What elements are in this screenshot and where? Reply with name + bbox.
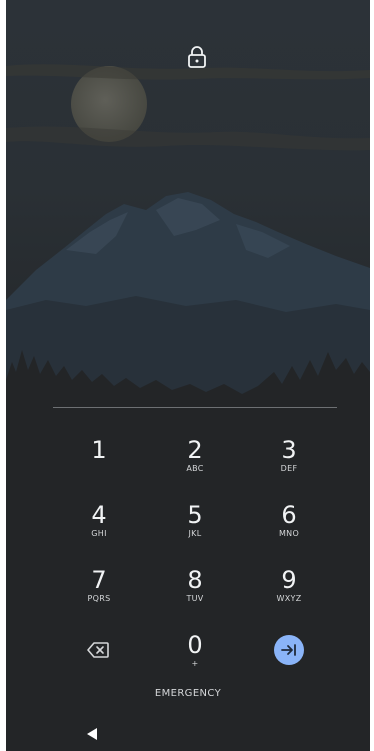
key-2[interactable]: 2 ABC: [150, 436, 240, 492]
key-8[interactable]: 8 TUV: [150, 566, 240, 622]
back-triangle-icon[interactable]: [85, 727, 99, 741]
key-6[interactable]: 6 MNO: [244, 501, 334, 557]
key-3[interactable]: 3 DEF: [244, 436, 334, 492]
key-letters: +: [191, 659, 199, 668]
key-9[interactable]: 9 WXYZ: [244, 566, 334, 622]
emergency-button[interactable]: EMERGENCY: [6, 688, 370, 699]
key-digit: 4: [91, 501, 107, 529]
lock-icon: [188, 46, 206, 68]
key-letters: MNO: [278, 529, 300, 538]
key-letters: PQRS: [87, 594, 111, 603]
lock-screen: 1 2 ABC 3 DEF 4 GHI 5 JKL 6 MNO 7 PQRS 8: [6, 0, 370, 751]
key-1[interactable]: 1: [54, 436, 144, 492]
key-letters: GHI: [91, 529, 107, 538]
key-letters: JKL: [188, 529, 202, 538]
key-0[interactable]: 0 +: [150, 631, 240, 687]
key-digit: 8: [187, 566, 203, 594]
key-7[interactable]: 7 PQRS: [54, 566, 144, 622]
key-letters: ABC: [186, 464, 204, 473]
key-letters: WXYZ: [276, 594, 302, 603]
key-digit: 7: [91, 566, 107, 594]
key-4[interactable]: 4 GHI: [54, 501, 144, 557]
key-letters: DEF: [280, 464, 298, 473]
key-letters: TUV: [186, 594, 204, 603]
key-digit: 1: [91, 436, 107, 464]
backspace-icon[interactable]: [87, 642, 109, 658]
enter-button[interactable]: [274, 635, 304, 665]
key-5[interactable]: 5 JKL: [150, 501, 240, 557]
enter-arrow-icon: [281, 644, 296, 656]
key-digit: 6: [281, 501, 297, 529]
key-digit: 5: [187, 501, 203, 529]
key-digit: 2: [187, 436, 203, 464]
key-digit: 3: [281, 436, 297, 464]
key-digit: 0: [187, 631, 203, 659]
key-digit: 9: [281, 566, 297, 594]
pin-entry-field[interactable]: [53, 407, 337, 408]
